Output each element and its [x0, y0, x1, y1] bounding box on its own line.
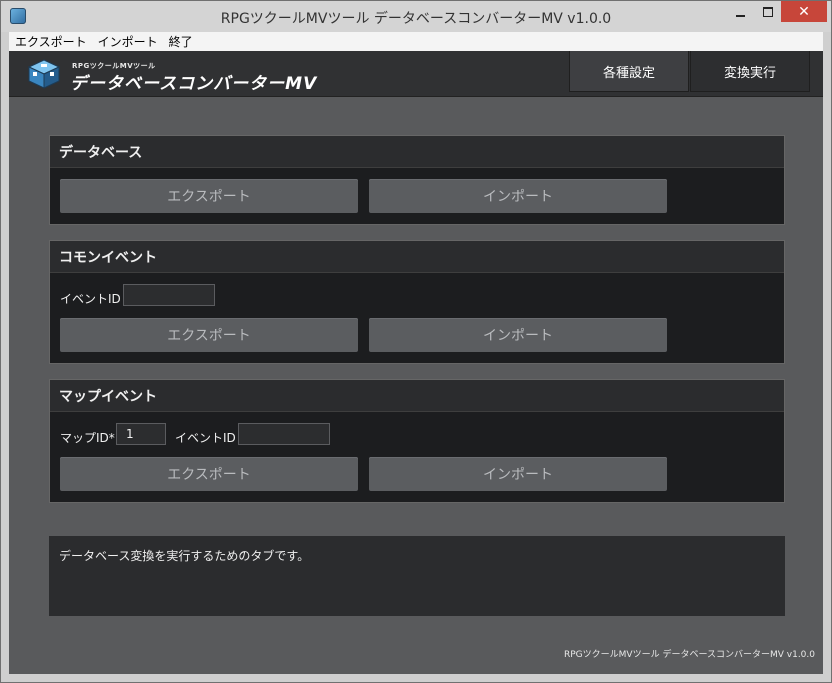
common-event-id-input[interactable]	[123, 284, 215, 306]
description-box: データベース変換を実行するためのタブです。	[49, 536, 785, 616]
database-export-button[interactable]: エクスポート	[60, 179, 358, 213]
map-event-import-button[interactable]: インポート	[369, 457, 667, 491]
map-id-input[interactable]	[116, 423, 166, 445]
database-panel: データベース エクスポート インポート	[49, 135, 785, 225]
map-event-id-label: イベントID	[175, 431, 236, 445]
map-event-panel: マップイベント マップID* イベントID エクスポート インポート	[49, 379, 785, 503]
app-header: RPGツクールMVツール データベースコンバーターMV 各種設定 変換実行	[9, 51, 823, 97]
logo-cube-icon	[27, 59, 61, 89]
close-button[interactable]: ✕	[781, 1, 827, 22]
app-logo: RPGツクールMVツール データベースコンバーターMV	[26, 55, 316, 94]
menu-item-export[interactable]: エクスポート	[10, 33, 92, 50]
database-import-button[interactable]: インポート	[369, 179, 667, 213]
maximize-button[interactable]	[754, 1, 781, 22]
tab-settings[interactable]: 各種設定	[569, 51, 689, 92]
common-event-panel-title: コモンイベント	[50, 241, 784, 273]
menu-item-exit[interactable]: 終了	[164, 33, 198, 50]
menu-item-import[interactable]: インポート	[93, 33, 163, 50]
map-id-label: マップID*	[60, 431, 115, 445]
menu-bar: エクスポート インポート 終了	[9, 32, 823, 51]
window-title: RPGツクールMVツール データベースコンバーターMV v1.0.0	[220, 11, 612, 27]
minimize-icon	[736, 14, 745, 17]
common-event-panel: コモンイベント イベントID エクスポート インポート	[49, 240, 785, 364]
map-event-export-button[interactable]: エクスポート	[60, 457, 358, 491]
map-event-id-input[interactable]	[238, 423, 330, 445]
app-window: RPGツクールMVツール データベースコンバーターMV v1.0.0 ✕ エクス…	[0, 0, 832, 683]
main-content: RPGツクールMVツール データベースコンバーターMV 各種設定 変換実行 デー…	[9, 51, 823, 674]
tab-execute[interactable]: 変換実行	[690, 51, 810, 92]
close-icon: ✕	[798, 3, 810, 20]
footer-version: RPGツクールMVツール データベースコンバーターMV v1.0.0	[564, 650, 815, 660]
map-event-panel-title: マップイベント	[50, 380, 784, 412]
common-event-export-button[interactable]: エクスポート	[60, 318, 358, 352]
common-event-id-label: イベントID	[60, 292, 121, 306]
common-event-import-button[interactable]: インポート	[369, 318, 667, 352]
title-bar[interactable]: RPGツクールMVツール データベースコンバーターMV v1.0.0 ✕	[1, 1, 831, 32]
maximize-icon	[762, 6, 773, 17]
minimize-button[interactable]	[727, 1, 754, 22]
database-panel-title: データベース	[50, 136, 784, 168]
logo-title: データベースコンバーターMV	[70, 74, 318, 94]
